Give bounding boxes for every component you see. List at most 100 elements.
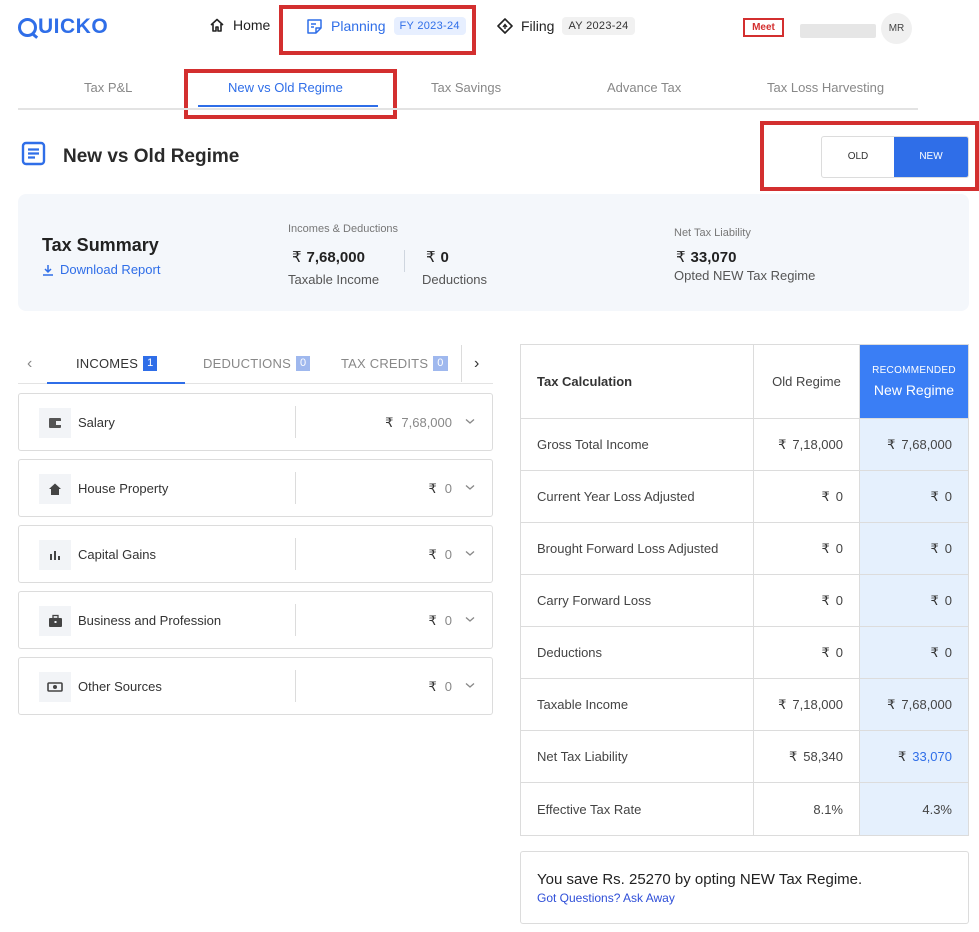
- income-row-house-property[interactable]: House Property ₹0: [18, 459, 493, 517]
- tab-tax-credits[interactable]: TAX CREDITS 0: [341, 356, 448, 371]
- table-row: Brought Forward Loss Adjusted ₹0 ₹0: [521, 523, 968, 575]
- chevron-down-icon: [465, 485, 475, 490]
- chevron-down-icon: [465, 617, 475, 622]
- filing-year-badge: AY 2023-24: [562, 17, 635, 35]
- active-tab-indicator: [198, 105, 378, 107]
- income-row-capital-gains[interactable]: Capital Gains ₹0: [18, 525, 493, 583]
- income-value: ₹0: [428, 613, 452, 628]
- new-regime-value: ₹7,68,000: [860, 679, 968, 730]
- document-icon: [21, 141, 46, 166]
- income-value: ₹0: [428, 547, 452, 562]
- opted-regime-label: Opted NEW Tax Regime: [674, 268, 816, 283]
- table-row: Deductions ₹0 ₹0: [521, 627, 968, 679]
- nav-home[interactable]: Home: [209, 17, 270, 33]
- summary-divider: [404, 250, 405, 272]
- new-regime-option[interactable]: NEW: [894, 137, 968, 177]
- table-row: Taxable Income ₹7,18,000 ₹7,68,000: [521, 679, 968, 731]
- user-name-redacted: [800, 24, 876, 38]
- old-regime-value: ₹0: [754, 471, 860, 522]
- old-regime-value: ₹0: [754, 627, 860, 678]
- tab-tax-savings[interactable]: Tax Savings: [431, 80, 501, 95]
- planning-subtabs: Tax P&L New vs Old Regime Tax Savings Ad…: [18, 70, 918, 110]
- new-regime-value: ₹0: [860, 523, 968, 574]
- nav-home-label: Home: [233, 17, 271, 33]
- income-value: ₹0: [428, 481, 452, 496]
- header-old-regime: Old Regime: [754, 345, 860, 418]
- new-regime-value: ₹33,070: [860, 731, 968, 782]
- row-label: Deductions: [521, 627, 754, 678]
- income-label: Other Sources: [78, 679, 162, 694]
- filing-icon: [497, 18, 513, 34]
- deductions-label: Deductions: [422, 272, 488, 287]
- nav-filing[interactable]: Filing AY 2023-24: [497, 17, 635, 35]
- tab-incomes[interactable]: INCOMES 1: [76, 356, 158, 371]
- new-regime-value: ₹7,68,000: [860, 419, 968, 470]
- old-regime-option[interactable]: OLD: [822, 137, 894, 177]
- income-row-divider: [295, 406, 296, 438]
- tab-tax-loss-harvesting[interactable]: Tax Loss Harvesting: [767, 80, 884, 95]
- table-row: Effective Tax Rate 8.1% 4.3%: [521, 783, 968, 835]
- chevron-right-icon[interactable]: ›: [474, 355, 479, 373]
- wallet-icon: [39, 408, 71, 438]
- avatar[interactable]: MR: [881, 13, 912, 44]
- logo-text: UICKO: [38, 15, 109, 38]
- tab-tax-pl[interactable]: Tax P&L: [84, 80, 132, 95]
- meet-button[interactable]: Meet: [743, 18, 784, 37]
- deductions-value: ₹0: [426, 249, 449, 266]
- old-regime-value: ₹7,18,000: [754, 419, 860, 470]
- table-row: Net Tax Liability ₹58,340 ₹33,070: [521, 731, 968, 783]
- table-header-row: Tax Calculation Old Regime RECOMMENDED N…: [521, 345, 968, 419]
- ask-questions-link[interactable]: Got Questions? Ask Away: [537, 891, 675, 905]
- new-regime-value: ₹0: [860, 471, 968, 522]
- incomes-deductions-heading: Incomes & Deductions: [288, 223, 399, 235]
- download-report-link[interactable]: Download Report: [42, 262, 160, 277]
- income-row-divider: [295, 670, 296, 702]
- taxable-income-label: Taxable Income: [288, 272, 380, 287]
- tax-calculation-table: Tax Calculation Old Regime RECOMMENDED N…: [520, 344, 969, 836]
- taxable-income-value: ₹7,68,000: [292, 249, 365, 266]
- income-row-salary[interactable]: Salary ₹7,68,000: [18, 393, 493, 451]
- highlight-planning: [279, 5, 476, 55]
- tab-advance-tax[interactable]: Advance Tax: [607, 80, 681, 95]
- income-row-business-profession[interactable]: Business and Profession ₹0: [18, 591, 493, 649]
- income-tabs: ‹ INCOMES 1 DEDUCTIONS 0 TAX CREDITS 0 ›: [18, 343, 493, 384]
- regime-toggle: OLD NEW: [821, 136, 969, 178]
- download-icon: [43, 264, 53, 276]
- row-label: Net Tax Liability: [521, 731, 754, 782]
- home-icon: [210, 18, 224, 32]
- new-regime-heading: New Regime: [873, 382, 955, 398]
- recommended-badge: RECOMMENDED: [872, 365, 956, 376]
- income-label: House Property: [78, 481, 169, 496]
- old-regime-value: ₹0: [754, 575, 860, 626]
- bar-chart-icon: [39, 540, 71, 570]
- chevron-left-icon[interactable]: ‹: [27, 355, 32, 373]
- top-navigation: UICKO Home Planning FY 2023-24 Filing AY…: [0, 0, 979, 58]
- tab-scroll-divider: [461, 345, 462, 382]
- download-report-label: Download Report: [60, 262, 161, 277]
- row-label: Effective Tax Rate: [521, 783, 754, 835]
- income-row-other-sources[interactable]: Other Sources ₹0: [18, 657, 493, 715]
- new-regime-value: ₹0: [860, 627, 968, 678]
- table-row: Gross Total Income ₹7,18,000 ₹7,68,000: [521, 419, 968, 471]
- page-title: New vs Old Regime: [63, 146, 240, 167]
- new-regime-value: ₹0: [860, 575, 968, 626]
- old-regime-value: ₹58,340: [754, 731, 860, 782]
- quicko-logo[interactable]: UICKO: [18, 15, 108, 39]
- old-regime-value: ₹7,18,000: [754, 679, 860, 730]
- income-label: Capital Gains: [78, 547, 157, 562]
- header-new-regime: RECOMMENDED New Regime: [860, 345, 968, 418]
- income-row-divider: [295, 604, 296, 636]
- header-tax-calculation: Tax Calculation: [521, 345, 754, 418]
- row-label: Brought Forward Loss Adjusted: [521, 523, 754, 574]
- logo-q-mark: [18, 17, 37, 37]
- new-regime-value: 4.3%: [860, 783, 968, 835]
- row-label: Current Year Loss Adjusted: [521, 471, 754, 522]
- tab-deductions[interactable]: DEDUCTIONS 0: [203, 356, 311, 371]
- income-label: Business and Profession: [78, 613, 222, 628]
- old-regime-value: 8.1%: [754, 783, 860, 835]
- tab-new-vs-old-regime[interactable]: New vs Old Regime: [228, 80, 343, 95]
- tax-credits-count-badge: 0: [433, 356, 448, 371]
- old-regime-value: ₹0: [754, 523, 860, 574]
- income-row-divider: [295, 538, 296, 570]
- tax-summary-card: Tax Summary Download Report Incomes & De…: [18, 194, 969, 311]
